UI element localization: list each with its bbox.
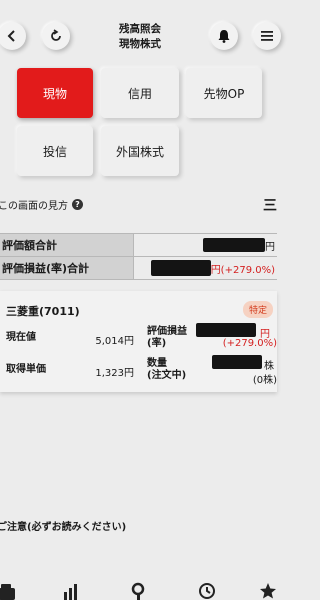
hamburger-icon (261, 31, 273, 41)
quantity-pending: (0株) (252, 375, 277, 386)
bottom-nav (0, 576, 277, 600)
tab-futures-op[interactable]: 先物OP (186, 68, 262, 118)
unit-cost-label: 取得単価 (6, 364, 46, 375)
page-title-line1: 残高照会 (119, 23, 161, 35)
current-price-label: 現在値 (6, 332, 36, 343)
howto-label: この画面の見方 (0, 201, 68, 212)
pl-label-line1: 評価損益 (147, 326, 187, 337)
summary-row-pl: 評価損益(率)合計 円(+279.0%) (0, 257, 277, 280)
quantity-label: 数量 (注文中) (147, 358, 186, 382)
quantity-label-line2: (注文中) (147, 370, 187, 381)
valuation-suffix: 円 (265, 241, 275, 253)
wallet-icon[interactable] (0, 582, 16, 600)
valuation-total-label: 評価額合計 (0, 234, 134, 256)
account-type-badge: 特定 (242, 301, 273, 318)
redacted-amount (196, 323, 256, 337)
pl-label: 評価損益 (率) (147, 326, 187, 350)
unit-cost-value: 1,323円 (95, 368, 134, 379)
back-button[interactable] (0, 22, 26, 50)
help-icon: ? (72, 199, 83, 210)
summary-row-valuation: 評価額合計 円 (0, 234, 277, 257)
star-icon[interactable] (259, 582, 277, 600)
list-toggle[interactable]: 三 (263, 195, 277, 215)
chevron-left-icon (7, 30, 15, 42)
quantity-label-line1: 数量 (147, 358, 167, 369)
pl-label-line2: (率) (147, 338, 167, 349)
notice-link[interactable]: ご注意(必ずお読みください) (0, 518, 126, 533)
redacted-amount (150, 260, 211, 276)
holding-card[interactable]: 三菱重(7011) 特定 現在値 5,014円 取得単価 1,323円 評価損益… (0, 291, 277, 392)
valuation-total-value: 円 (134, 234, 277, 256)
quantity-suffix: 株 (264, 361, 274, 372)
stock-name: 三菱重(7011) (6, 305, 80, 318)
refresh-icon (51, 29, 61, 41)
tab-shinyo[interactable]: 信用 (101, 68, 179, 118)
bell-icon (218, 30, 230, 43)
redacted-amount (212, 355, 262, 369)
chart-icon[interactable] (62, 582, 80, 600)
page-title: 残高照会 現物株式 (90, 22, 190, 52)
tab-toushin[interactable]: 投信 (17, 126, 93, 176)
pl-total-label: 評価損益(率)合計 (0, 257, 134, 279)
search-icon[interactable] (130, 582, 148, 600)
pl-total-suffix: 円(+279.0%) (210, 264, 275, 276)
clock-icon[interactable] (198, 582, 216, 600)
tab-foreign-stock[interactable]: 外国株式 (101, 126, 179, 176)
menu-button[interactable] (253, 22, 281, 50)
pl-total-value: 円(+279.0%) (134, 257, 277, 279)
tab-genbutsu[interactable]: 現物 (17, 68, 93, 118)
page-title-line2: 現物株式 (119, 38, 161, 50)
notification-button[interactable] (210, 22, 238, 50)
current-price-value: 5,014円 (95, 336, 134, 347)
pl-rate: (+279.0%) (222, 338, 277, 349)
howto-link[interactable]: この画面の見方 ? (0, 197, 83, 212)
header: 残高照会 現物株式 (0, 0, 281, 64)
summary-table: 評価額合計 円 評価損益(率)合計 円(+279.0%) (0, 233, 277, 280)
redacted-amount (203, 238, 265, 252)
refresh-button[interactable] (42, 22, 70, 50)
